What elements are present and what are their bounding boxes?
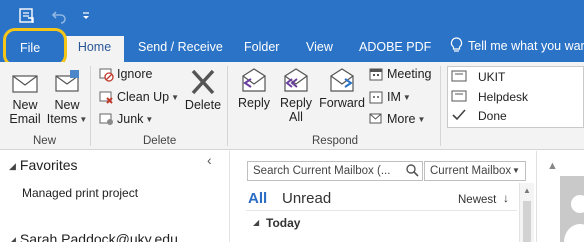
group-header-today[interactable]: ◢ Today xyxy=(246,210,517,234)
clean-up-button[interactable]: Clean Up ▼ xyxy=(98,87,179,107)
filter-all[interactable]: All xyxy=(248,190,267,207)
reply-all-label-line2: All xyxy=(289,110,303,124)
tab-home[interactable]: Home xyxy=(65,36,124,62)
customize-toolbar-icon[interactable] xyxy=(80,10,92,22)
ignore-label: Ignore xyxy=(117,67,153,81)
reply-icon xyxy=(242,68,266,92)
collapse-triangle-icon: ◢ xyxy=(9,161,16,171)
new-email-button[interactable]: New Email xyxy=(6,68,44,126)
account-folder[interactable]: ◢ Sarah.Paddock@uky.edu xyxy=(9,231,178,242)
group-today-label: Today xyxy=(266,216,301,230)
group-label-respond: Respond xyxy=(312,135,359,147)
search-input[interactable]: Search Current Mailbox (... xyxy=(247,161,423,181)
message-list-scrollbar[interactable]: ▲ xyxy=(519,183,534,242)
reply-all-button[interactable]: Reply All xyxy=(276,66,316,124)
avatar xyxy=(560,176,584,242)
quick-step-helpdesk[interactable]: Helpdesk xyxy=(451,88,528,106)
quick-step-ukit-label: UKIT xyxy=(478,70,506,84)
forward-button[interactable]: Forward xyxy=(318,66,366,110)
meeting-label: Meeting xyxy=(387,67,432,81)
collapse-triangle-icon: ◢ xyxy=(9,235,16,242)
im-icon xyxy=(369,91,383,104)
ignore-icon xyxy=(99,68,114,82)
undo-icon[interactable] xyxy=(51,8,67,24)
reading-pane-arrow-icon: ▲ xyxy=(547,160,558,172)
ignore-button[interactable]: Ignore xyxy=(98,64,152,84)
title-bar: File Home Send / Receive Folder View ADO… xyxy=(0,0,584,62)
reply-label: Reply xyxy=(238,96,270,110)
meeting-icon xyxy=(369,68,383,81)
search-scope-select[interactable]: Current Mailbox xyxy=(424,161,526,181)
group-divider xyxy=(440,66,441,146)
collapse-triangle-icon: ◢ xyxy=(253,218,260,227)
tab-view[interactable]: View xyxy=(306,38,333,60)
search-icon[interactable] xyxy=(405,163,419,177)
tab-send-receive[interactable]: Send / Receive xyxy=(138,38,223,60)
new-items-label-line2: Items xyxy=(46,112,78,126)
delete-icon xyxy=(191,69,215,95)
group-divider xyxy=(90,66,91,146)
scrollbar-thumb[interactable] xyxy=(523,201,531,242)
junk-label: Junk xyxy=(117,112,144,126)
quick-step-ukit[interactable]: UKIT xyxy=(451,68,505,86)
im-button[interactable]: IM ▼ xyxy=(368,87,411,107)
quick-step-done[interactable]: Done xyxy=(451,107,507,125)
clean-up-icon xyxy=(99,91,113,104)
pin-pane-icon[interactable]: ‹ xyxy=(207,152,212,168)
favorite-folder-item[interactable]: Managed print project xyxy=(22,186,138,200)
reply-button[interactable]: Reply xyxy=(234,66,274,110)
tell-me-search[interactable]: Tell me what you wan xyxy=(450,37,584,57)
new-email-icon xyxy=(12,75,38,93)
quick-step-helpdesk-label: Helpdesk xyxy=(478,90,529,104)
more-respond-button[interactable]: More ▼ xyxy=(368,109,425,129)
new-items-label-line1: New xyxy=(54,98,80,112)
more-label: More xyxy=(387,112,416,126)
reply-all-icon xyxy=(284,68,308,92)
tab-folder[interactable]: Folder xyxy=(244,38,279,60)
favorites-label: Favorites xyxy=(19,157,78,173)
reading-pane-divider[interactable] xyxy=(536,151,537,242)
chevron-down-icon: ▼ xyxy=(145,115,154,124)
meeting-button[interactable]: Meeting xyxy=(368,64,431,84)
forward-icon xyxy=(330,68,354,92)
new-items-button[interactable]: New Items ▼ xyxy=(46,68,88,127)
chevron-down-icon: ▼ xyxy=(417,115,426,124)
person-icon xyxy=(564,195,584,242)
im-label: IM xyxy=(387,90,401,104)
new-items-icon xyxy=(55,70,79,92)
scroll-up-icon[interactable]: ▲ xyxy=(523,186,531,195)
sort-order[interactable]: Newest xyxy=(458,194,496,206)
send-receive-all-icon[interactable] xyxy=(18,7,36,25)
group-label-delete: Delete xyxy=(143,135,177,147)
chevron-down-icon[interactable]: ▼ xyxy=(512,166,520,175)
delete-button[interactable]: Delete xyxy=(184,68,222,112)
chevron-down-icon: ▼ xyxy=(79,115,88,124)
junk-button[interactable]: Junk ▼ xyxy=(98,109,153,129)
more-respond-icon xyxy=(369,113,382,124)
group-label-new: New xyxy=(33,135,57,147)
group-divider xyxy=(227,66,228,146)
chevron-down-icon: ▼ xyxy=(402,93,411,102)
quick-step-done-label: Done xyxy=(478,109,507,123)
filter-unread[interactable]: Unread xyxy=(282,190,331,207)
tell-me-label: Tell me what you wan xyxy=(468,39,584,53)
lightbulb-icon xyxy=(450,37,463,52)
account-label: Sarah.Paddock@uky.edu xyxy=(19,231,178,242)
tab-adobe-pdf[interactable]: ADOBE PDF xyxy=(359,38,431,60)
quick-step-icon xyxy=(451,90,467,102)
reply-all-label-line1: Reply xyxy=(280,96,312,110)
forward-label: Forward xyxy=(319,96,365,110)
junk-icon xyxy=(99,113,113,125)
favorites-header[interactable]: ◢ Favorites xyxy=(9,157,78,173)
quick-step-icon xyxy=(451,70,467,82)
sort-direction-icon[interactable]: ↓ xyxy=(503,191,509,205)
clean-up-label: Clean Up xyxy=(117,90,170,104)
new-email-label-line1: New xyxy=(12,98,38,112)
delete-label: Delete xyxy=(184,98,222,112)
checkmark-icon xyxy=(452,109,466,121)
new-email-label-line2: Email xyxy=(9,112,41,126)
chevron-down-icon: ▼ xyxy=(171,93,180,102)
